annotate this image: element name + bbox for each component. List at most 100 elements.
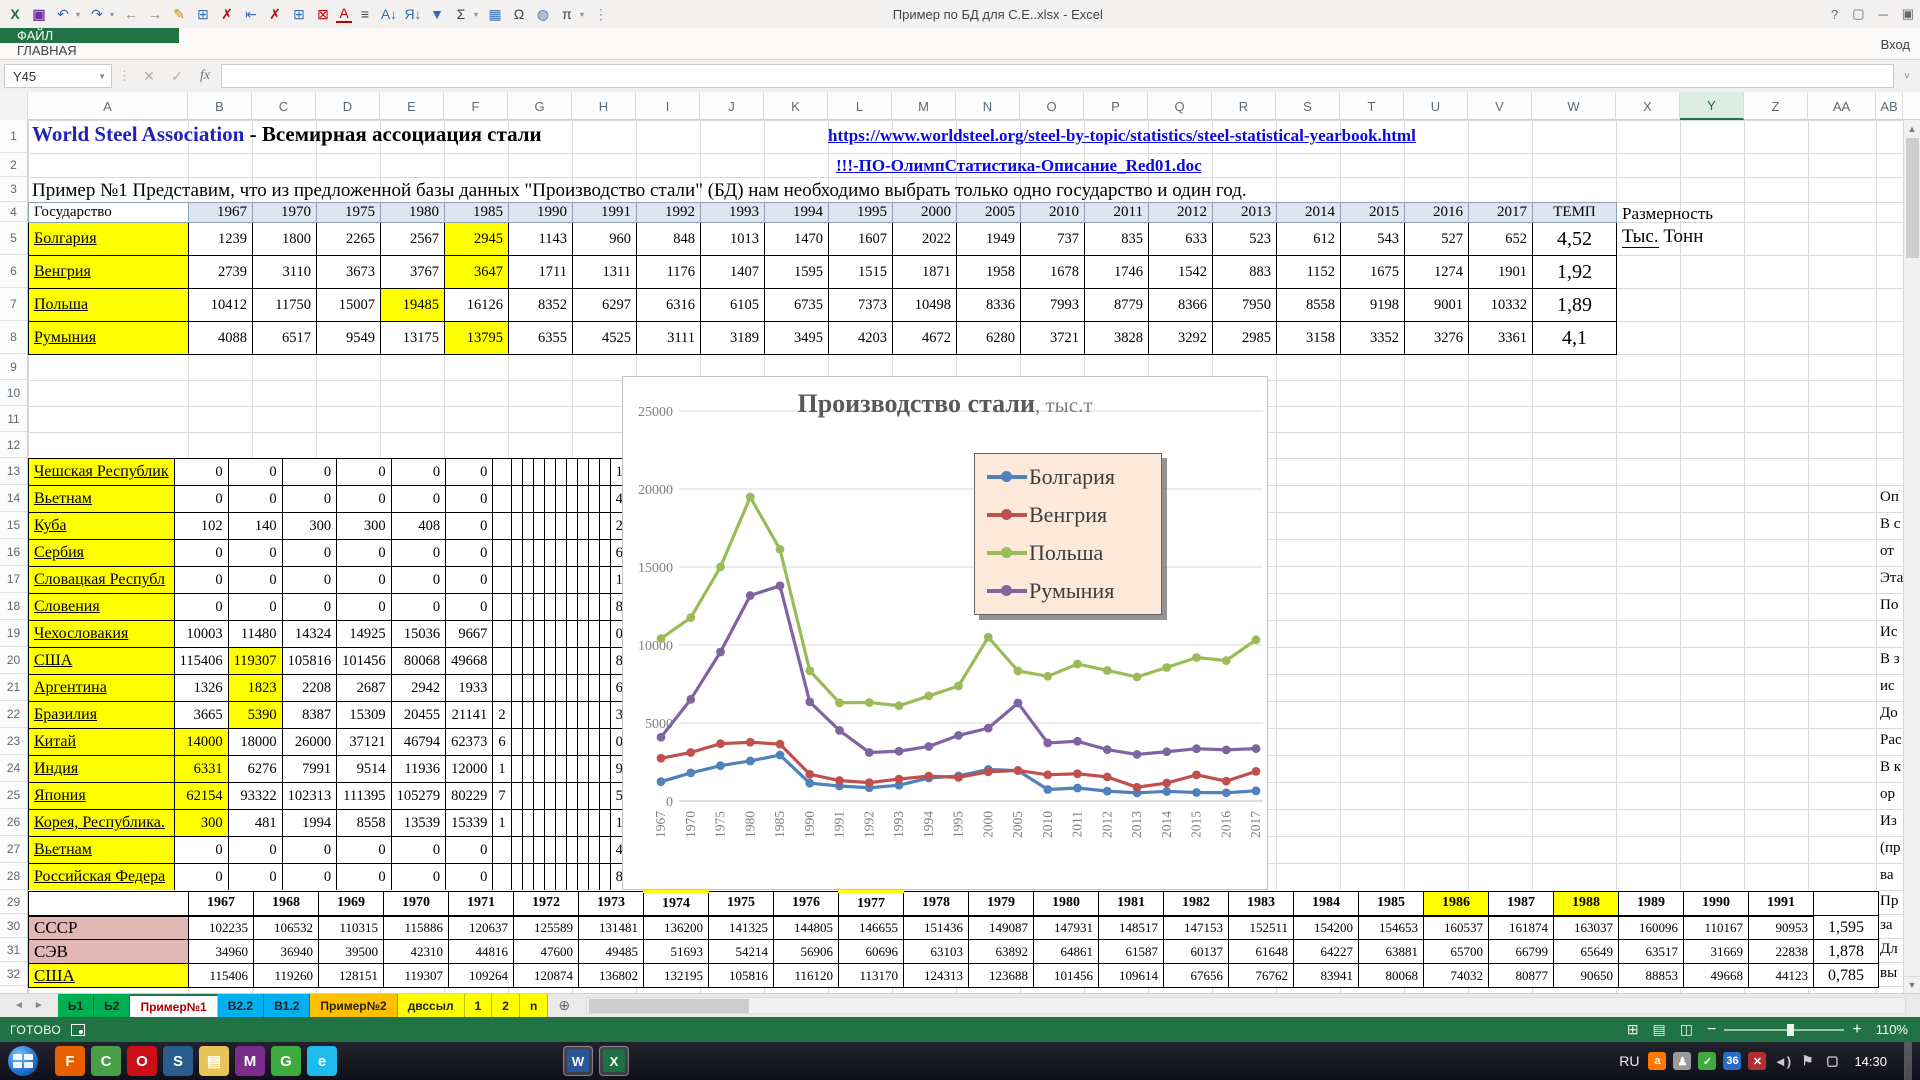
data-cell[interactable]	[566, 567, 577, 594]
data-cell[interactable]: 161874	[1489, 916, 1554, 940]
data-cell[interactable]: 0	[174, 486, 228, 513]
data-cell[interactable]: 109614	[1099, 964, 1164, 988]
usb-icon[interactable]: ✓	[1698, 1052, 1716, 1070]
data-cell[interactable]: 11936	[391, 756, 446, 783]
data-cell[interactable]	[577, 540, 588, 567]
data-cell[interactable]: 64861	[1034, 940, 1099, 964]
header-cell-year[interactable]: 2012	[1149, 203, 1213, 223]
row-header-25[interactable]: 25	[0, 782, 27, 809]
back-icon[interactable]: ←	[120, 6, 142, 22]
data-cell[interactable]: 0	[282, 540, 337, 567]
data-cell[interactable]	[493, 486, 511, 513]
data-cell[interactable]	[493, 837, 511, 864]
data-cell[interactable]	[588, 675, 599, 702]
data-cell[interactable]	[555, 567, 566, 594]
data-cell[interactable]	[544, 864, 555, 891]
country-cell[interactable]: Вьетнам	[29, 486, 175, 513]
data-cell[interactable]	[599, 675, 610, 702]
data-cell[interactable]	[511, 621, 522, 648]
data-cell[interactable]	[522, 864, 533, 891]
row-header-31[interactable]: 31	[0, 938, 27, 962]
country-cell[interactable]: Румыния	[29, 322, 189, 355]
data-cell[interactable]: 1326	[174, 675, 228, 702]
data-cell[interactable]: 49668	[446, 648, 493, 675]
data-cell[interactable]: 8387	[282, 702, 337, 729]
data-cell[interactable]: 0	[446, 837, 493, 864]
data-cell[interactable]: 737	[1021, 223, 1085, 256]
data-cell[interactable]: 2208	[282, 675, 337, 702]
row-header-28[interactable]: 28	[0, 863, 27, 890]
data-cell[interactable]: 0	[174, 540, 228, 567]
data-cell[interactable]	[577, 567, 588, 594]
year-header-cell[interactable]: 1967	[189, 892, 254, 916]
data-cell[interactable]: 0	[228, 837, 282, 864]
country-cell[interactable]: Бразилия	[29, 702, 175, 729]
data-cell[interactable]	[599, 459, 610, 486]
data-cell[interactable]: 61648	[1229, 940, 1294, 964]
data-cell[interactable]	[599, 648, 610, 675]
data-cell[interactable]: 1274	[1405, 256, 1469, 289]
data-cell[interactable]: 0	[282, 864, 337, 891]
data-cell[interactable]	[555, 486, 566, 513]
data-cell[interactable]: 116120	[774, 964, 839, 988]
row-header-32[interactable]: 32	[0, 962, 27, 986]
country-cell[interactable]: Венгрия	[29, 256, 189, 289]
country-cell[interactable]: Болгария	[29, 223, 189, 256]
data-cell[interactable]: 0	[337, 837, 392, 864]
data-cell[interactable]: 1152	[1277, 256, 1341, 289]
data-cell[interactable]: 36940	[254, 940, 319, 964]
data-cell[interactable]: 47600	[514, 940, 579, 964]
data-cell[interactable]	[544, 486, 555, 513]
cancel-icon[interactable]: ✕	[137, 68, 161, 85]
redo-icon[interactable]: ↷	[86, 6, 108, 23]
year-header-cell[interactable]: 1977	[839, 892, 904, 916]
data-cell[interactable]: 10332	[1469, 289, 1533, 322]
data-cell[interactable]: 1871	[893, 256, 957, 289]
sheet-tab-n[interactable]: n	[520, 994, 548, 1017]
delete-col-icon[interactable]: ✗	[264, 6, 286, 23]
column-header-A[interactable]: A	[28, 92, 188, 120]
data-cell[interactable]	[544, 729, 555, 756]
data-cell[interactable]: 0	[391, 864, 446, 891]
column-header-D[interactable]: D	[316, 92, 380, 120]
data-cell[interactable]: 3111	[637, 322, 701, 355]
data-cell[interactable]: 120874	[514, 964, 579, 988]
data-cell[interactable]	[555, 513, 566, 540]
column-header-R[interactable]: R	[1212, 92, 1276, 120]
data-cell[interactable]: 1407	[701, 256, 765, 289]
data-cell[interactable]: 300	[174, 810, 228, 837]
data-cell[interactable]	[533, 810, 544, 837]
data-cell[interactable]: 44816	[449, 940, 514, 964]
header-cell-year[interactable]: 1994	[765, 203, 829, 223]
data-cell[interactable]: 3361	[1469, 322, 1533, 355]
data-cell[interactable]: 9514	[337, 756, 392, 783]
data-cell[interactable]: 140	[228, 513, 282, 540]
data-cell[interactable]	[533, 837, 544, 864]
header-cell-country[interactable]: Государство	[29, 203, 189, 223]
scroll-down-icon[interactable]: ▼	[1904, 976, 1920, 993]
data-cell[interactable]	[555, 621, 566, 648]
data-cell[interactable]: 54214	[709, 940, 774, 964]
data-cell[interactable]	[511, 567, 522, 594]
data-cell[interactable]: 148517	[1099, 916, 1164, 940]
data-cell[interactable]: 0	[228, 540, 282, 567]
data-cell[interactable]: 652	[1469, 223, 1533, 256]
data-cell[interactable]: 110315	[319, 916, 384, 940]
data-cell[interactable]: 49668	[1684, 964, 1749, 988]
data-cell[interactable]: 163037	[1554, 916, 1619, 940]
data-cell[interactable]	[577, 675, 588, 702]
data-cell[interactable]	[599, 567, 610, 594]
zoom-percent[interactable]: 110%	[1876, 1022, 1908, 1037]
data-cell[interactable]: 1515	[829, 256, 893, 289]
data-cell[interactable]	[522, 675, 533, 702]
formula-input[interactable]	[221, 64, 1894, 88]
data-cell[interactable]	[555, 810, 566, 837]
data-cell[interactable]	[522, 513, 533, 540]
column-header-M[interactable]: M	[892, 92, 956, 120]
year-header-cell[interactable]: 1970	[384, 892, 449, 916]
chrome-icon[interactable]: C	[91, 1046, 121, 1076]
data-cell[interactable]: 63881	[1359, 940, 1424, 964]
horizontal-scrollbar[interactable]	[586, 997, 1906, 1014]
data-cell[interactable]: 3665	[174, 702, 228, 729]
data-cell[interactable]: 0	[228, 567, 282, 594]
